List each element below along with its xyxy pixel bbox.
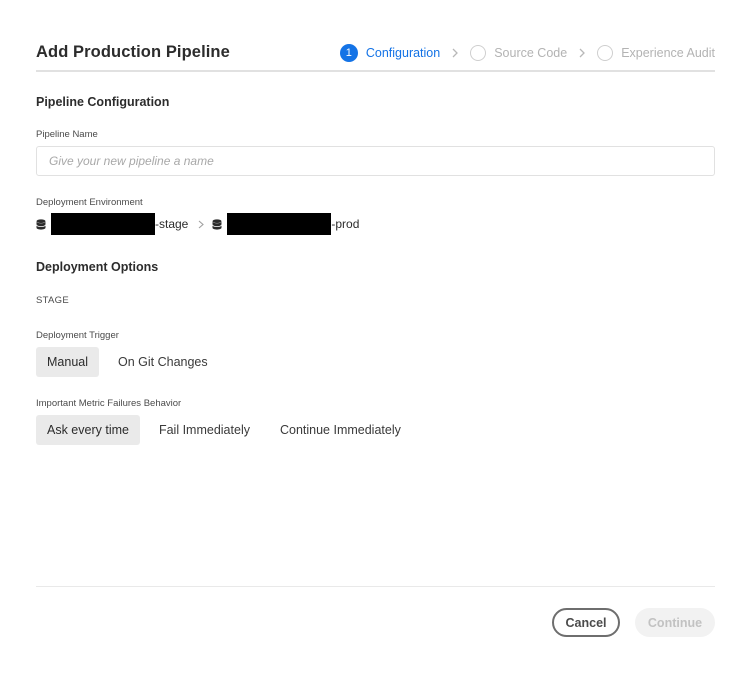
deployment-options-heading: Deployment Options (36, 260, 159, 274)
pipeline-name-label: Pipeline Name (36, 129, 98, 140)
trigger-manual-option[interactable]: Manual (36, 347, 99, 377)
metric-failures-label: Important Metric Failures Behavior (36, 398, 182, 409)
step-configuration[interactable]: 1 Configuration (339, 44, 441, 62)
database-icon (212, 218, 223, 230)
trigger-on-git-changes-option[interactable]: On Git Changes (107, 347, 219, 377)
step-label: Source Code (494, 46, 568, 60)
deployment-trigger-group: Manual On Git Changes (36, 347, 227, 377)
step-circle-icon (470, 45, 487, 61)
step-circle-icon (597, 45, 614, 61)
step-experience-audit[interactable]: Experience Audit (597, 45, 715, 61)
chevron-right-icon (578, 48, 586, 58)
failure-ask-every-time-option[interactable]: Ask every time (36, 415, 140, 445)
cancel-button[interactable]: Cancel (552, 608, 620, 637)
deployment-trigger-label: Deployment Trigger (36, 330, 119, 341)
stage-label: STAGE (36, 295, 69, 306)
dialog-title: Add Production Pipeline (36, 43, 230, 61)
deployment-environment-row: -stage -prod (36, 213, 359, 235)
chevron-right-icon (198, 220, 205, 229)
prod-environment-suffix: -prod (331, 217, 360, 231)
deployment-environment-label: Deployment Environment (36, 197, 143, 208)
step-label: Configuration (365, 46, 441, 60)
metric-failures-group: Ask every time Fail Immediately Continue… (36, 415, 420, 445)
failure-continue-immediately-option[interactable]: Continue Immediately (269, 415, 412, 445)
wizard-steps: 1 Configuration Source Code Experience A… (339, 44, 715, 62)
step-label: Experience Audit (621, 46, 715, 60)
step-source-code[interactable]: Source Code (470, 45, 567, 61)
failure-fail-immediately-option[interactable]: Fail Immediately (148, 415, 261, 445)
pipeline-name-input[interactable] (36, 146, 715, 176)
chevron-right-icon (451, 48, 459, 58)
pipeline-configuration-heading: Pipeline Configuration (36, 95, 170, 109)
redacted-environment-name (227, 213, 332, 235)
step-number-badge: 1 (339, 44, 358, 62)
stage-environment-suffix: -stage (155, 217, 189, 231)
continue-button[interactable]: Continue (635, 608, 715, 637)
dialog-header: Add Production Pipeline 1 Configuration … (36, 38, 715, 72)
redacted-environment-name (51, 213, 155, 235)
footer-divider (36, 586, 715, 587)
database-icon (36, 218, 46, 230)
